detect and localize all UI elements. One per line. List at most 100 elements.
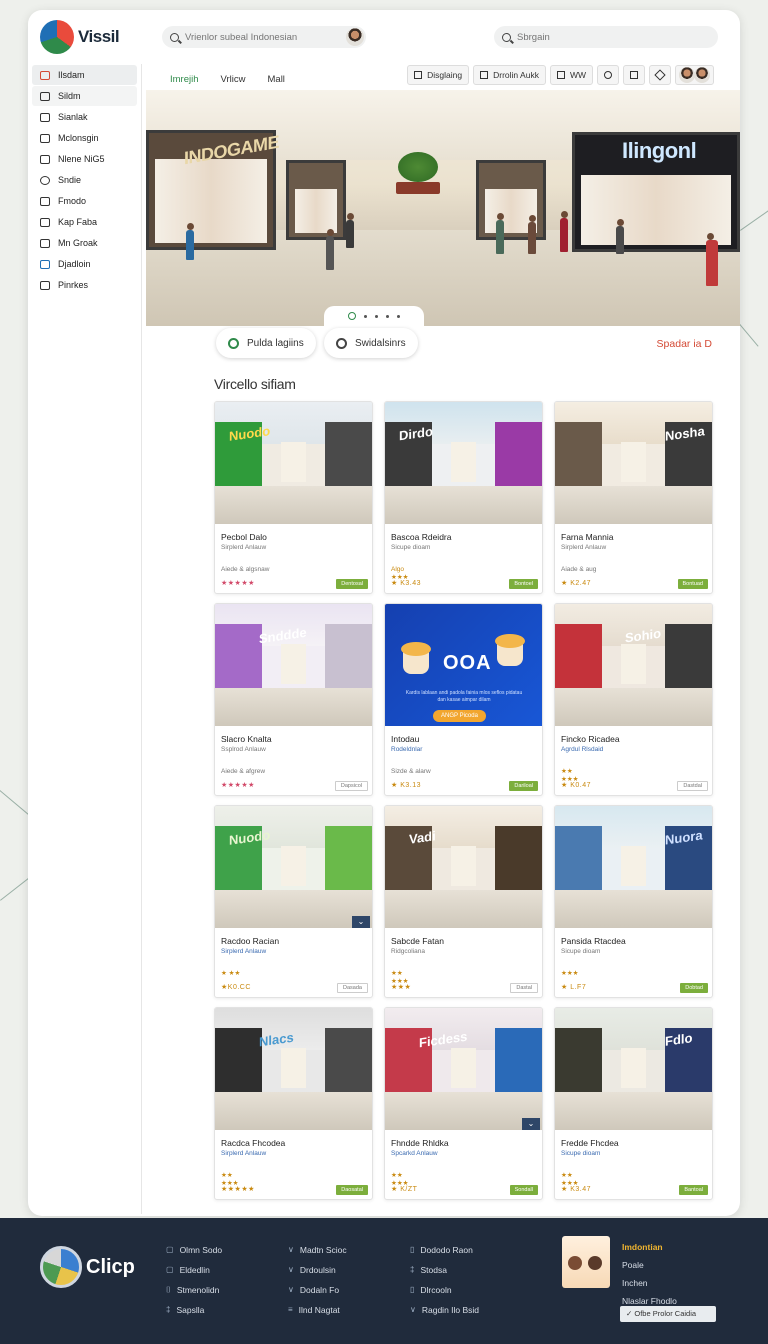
footer-link[interactable]: ∨ Ragdin Ilo Bsid (410, 1300, 479, 1320)
promo-button[interactable]: ANGP Picoda (433, 710, 486, 722)
footer-link[interactable]: ▢ Olmn Sodo (166, 1240, 222, 1260)
carousel-dot[interactable] (375, 314, 378, 318)
sidebar-item[interactable]: Pinrkes (32, 275, 137, 295)
app-name: Vissil (78, 27, 120, 46)
sidebar-item[interactable]: Ilsdam (32, 65, 137, 85)
footer-link[interactable]: ∨ Dodaln Fo (288, 1280, 347, 1300)
footer-link[interactable]: ≡ Ilnd Nagtat (288, 1300, 347, 1320)
sidebar-item[interactable]: Kap Faba (32, 212, 137, 232)
nav-tab[interactable]: Imrejih (170, 74, 199, 85)
footer-cta-button[interactable]: ✓ Ofbe Prolor Caidia (620, 1306, 716, 1322)
sidebar-item[interactable]: Mn Groak (32, 233, 137, 253)
card-button[interactable]: Sondall (509, 1185, 538, 1195)
news-icon (40, 154, 50, 164)
carousel-dot[interactable] (386, 314, 389, 318)
pin-button[interactable] (623, 65, 645, 85)
secondary-search-input[interactable] (517, 31, 667, 43)
store-card[interactable]: Ficdess ⌄ Fhndde Rhldka Spcarkd Anlauw ★… (384, 1007, 543, 1200)
card-button[interactable]: Bontoel (509, 579, 538, 589)
store-card[interactable]: Nuora Pansida Rtacdea Sicupe dioam ★★★ ★… (554, 805, 713, 998)
promo-card[interactable]: OOA Kardis lablaan andi padola fainia ml… (384, 603, 543, 796)
pin-icon: ‡ (410, 1265, 415, 1274)
card-subtitle: Agrdul Rlsdaid (561, 746, 604, 753)
secondary-search-bar[interactable] (494, 26, 718, 48)
store-card[interactable]: Nuodo ⌄ Racdoo Racian Sirplerd Anlauw ★ … (214, 805, 373, 998)
footer-link[interactable]: ∨ Madtn Scioc (288, 1240, 347, 1260)
card-rating: ★K0.CC (221, 984, 251, 991)
app-logo[interactable]: Vissil (40, 20, 120, 54)
nav-tab[interactable]: Mall (268, 74, 285, 85)
chevron-down-icon[interactable]: ⌄ (352, 916, 370, 928)
card-rating: ★★★ (391, 984, 412, 991)
sidebar-item[interactable]: Mclonsgin (32, 128, 137, 148)
sidebar-item[interactable]: Fmodo (32, 191, 137, 211)
sidebar-item[interactable]: Sndie (32, 170, 137, 190)
carousel-dot[interactable] (348, 312, 356, 320)
card-image: Ficdess (385, 1008, 542, 1130)
store-card[interactable]: Sohio Fincko Ricadea Agrdul Rlsdaid ★★ ★… (554, 603, 713, 796)
display-button[interactable]: Disglaing (407, 65, 470, 85)
card-button[interactable]: Dapsicol (334, 781, 368, 791)
footer-link[interactable]: ▯ Dlrcooln (410, 1280, 479, 1300)
sidebar-item[interactable]: Sianlak (32, 107, 137, 127)
card-rating: ★★★★★ (221, 782, 255, 789)
profile-button[interactable] (675, 65, 714, 85)
search-input[interactable] (185, 31, 335, 43)
card-button[interactable]: Dasada (337, 983, 368, 993)
nav-tab[interactable]: Vrlicw (221, 74, 246, 85)
sidebar-item[interactable]: Nlene NiG5 (32, 149, 137, 169)
share-button[interactable] (597, 65, 619, 85)
search-bar[interactable] (162, 26, 366, 48)
sidebar-item[interactable]: Djadloin (32, 254, 137, 274)
card-button[interactable]: Dastal (510, 983, 538, 993)
footer-link[interactable]: ▯ Dododo Raon (410, 1240, 479, 1260)
footer-link[interactable]: ∨ Drdoulsin (288, 1260, 347, 1280)
view-button[interactable]: WW (549, 65, 593, 85)
carousel-dot[interactable] (397, 314, 400, 318)
store-card[interactable]: Vadi Sabcde Fatan Ridgcoliana ★★ ★★★ ★★★… (384, 805, 543, 998)
footer-link[interactable]: ‡ Stodsa (410, 1260, 479, 1280)
sort-button[interactable]: Drrolin Aukk (473, 65, 546, 85)
chevron-down-icon[interactable]: ⌄ (522, 1118, 540, 1130)
tag-icon (40, 91, 50, 101)
footer-info-item[interactable]: Inchen (622, 1274, 677, 1292)
carousel-dot[interactable] (364, 314, 367, 318)
card-button[interactable]: Dentosal (336, 579, 368, 589)
carousel-indicator[interactable] (324, 306, 424, 326)
filter-pill[interactable]: Swidalsinrs (324, 328, 418, 358)
card-button[interactable]: Dastdal (677, 781, 708, 791)
card-button[interactable]: Dobtad (680, 983, 708, 993)
footer-link[interactable]: ⌷ Stmenolidn (166, 1280, 222, 1300)
footer-logo[interactable]: Clicp (40, 1246, 135, 1288)
store-card[interactable]: Dirdo Bascoa Rdeidra Sicupe dioam Algo ★… (384, 401, 543, 594)
card-button[interactable]: Bantoal (679, 1185, 708, 1195)
footer-link[interactable]: ▢ Eldedlin (166, 1260, 222, 1280)
location-icon (40, 175, 50, 185)
card-button[interactable]: Dariloal (509, 781, 538, 791)
card-image: Nosha (555, 402, 712, 524)
store-card[interactable]: Snddde Slacro Knalta Ssplrod Anlauw Aied… (214, 603, 373, 796)
footer-link[interactable]: ‡ Sapslla (166, 1300, 222, 1320)
spotlight-link[interactable]: Spadar ia D (657, 338, 712, 350)
card-meta: Aiede & afgrew (221, 768, 266, 775)
filter-pill[interactable]: Pulda lagiins (216, 328, 316, 358)
footer-info-item[interactable]: Poale (622, 1256, 677, 1274)
pin-icon: ‡ (166, 1305, 171, 1314)
sidebar-item[interactable]: Sildm (32, 86, 137, 106)
favorite-button[interactable] (649, 65, 671, 85)
card-image: Nuodo (215, 402, 372, 524)
card-title: Racdca Fhcodea (221, 1138, 286, 1148)
card-meta: Aiede & algsnaw (221, 566, 270, 573)
store-card[interactable]: Nosha Farna Mannia Sirplerd Anlauw Aiade… (554, 401, 713, 594)
card-rating: ★ K0.47 (561, 782, 592, 789)
card-button[interactable]: Bontuad (677, 579, 708, 589)
card-title: Fredde Fhcdea (561, 1138, 619, 1148)
doc-icon: ▯ (410, 1245, 415, 1254)
store-card[interactable]: Nuodo Pecbol Dalo Sirplerd Anlauw Aiede … (214, 401, 373, 594)
image-icon (40, 259, 50, 269)
planter (396, 182, 440, 194)
store-card[interactable]: Nlacs Racdca Fhcodea Sirplerd Anlauw ★★ … (214, 1007, 373, 1200)
store-card[interactable]: Fdlo Fredde Fhcdea Sicupe dioam ★★ ★★★ ★… (554, 1007, 713, 1200)
card-button[interactable]: Daosatal (336, 1185, 368, 1195)
avatar[interactable] (346, 28, 364, 46)
